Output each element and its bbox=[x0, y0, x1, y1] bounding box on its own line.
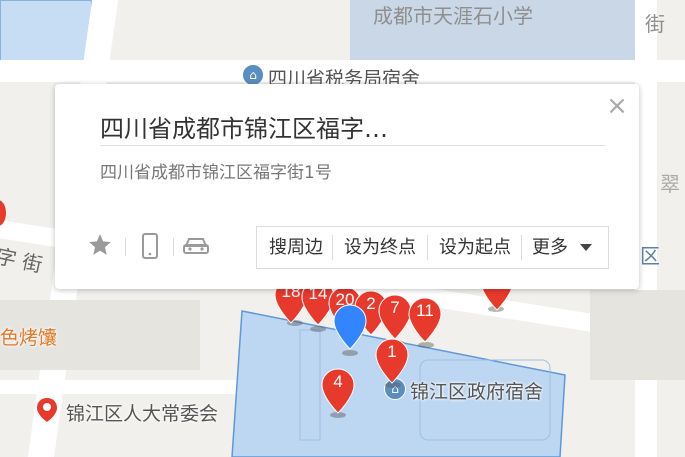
street-label: 区 bbox=[640, 244, 660, 268]
caret-down-icon[interactable] bbox=[579, 243, 593, 253]
map-marker[interactable]: 11 bbox=[408, 297, 442, 343]
star-icon[interactable] bbox=[87, 232, 115, 260]
street-label: 成都市天涯石小学 bbox=[373, 4, 533, 28]
search-nearby-button[interactable]: 搜周边 bbox=[263, 227, 329, 268]
marker-number: 1 bbox=[387, 342, 397, 361]
street-label: 翠 bbox=[660, 172, 680, 196]
divider bbox=[125, 238, 126, 256]
poi-label[interactable]: 锦江区人大常委会 bbox=[66, 399, 218, 426]
location-pin-icon bbox=[37, 398, 57, 422]
street-label: 街 bbox=[645, 12, 665, 36]
marker-shadow bbox=[310, 326, 326, 332]
popup-address: 四川省成都市锦江区福字街1号 bbox=[100, 163, 332, 183]
marker-number: 4 bbox=[333, 372, 343, 391]
map-marker[interactable]: 4 bbox=[321, 368, 355, 414]
poi-label[interactable]: 锦江区政府宿舍 bbox=[410, 377, 543, 404]
poi-label[interactable]: 色烤馕 bbox=[0, 323, 57, 350]
info-popup: 四川省成都市锦江区福字… × 四川省成都市锦江区福字街1号 搜周边 设为终点 设… bbox=[55, 84, 639, 289]
marker-number: 7 bbox=[390, 298, 400, 317]
set-destination-button[interactable]: 设为终点 bbox=[337, 227, 423, 268]
divider bbox=[173, 238, 174, 256]
close-icon[interactable]: × bbox=[605, 93, 629, 119]
map-marker[interactable]: 1 bbox=[375, 338, 409, 384]
car-icon[interactable] bbox=[181, 232, 211, 260]
more-button[interactable]: 更多 bbox=[527, 227, 573, 268]
divider bbox=[100, 145, 605, 146]
divider bbox=[521, 235, 522, 260]
marker-number: 11 bbox=[416, 301, 434, 320]
set-origin-button[interactable]: 设为起点 bbox=[432, 227, 518, 268]
selected-marker[interactable] bbox=[333, 304, 367, 350]
phone-icon[interactable] bbox=[137, 232, 165, 260]
marker-shadow bbox=[342, 350, 358, 356]
map-marker[interactable]: 7 bbox=[378, 294, 412, 340]
divider bbox=[332, 235, 333, 260]
divider bbox=[427, 235, 428, 260]
popup-title: 四川省成都市锦江区福字… bbox=[100, 115, 388, 143]
action-bar: 搜周边 设为终点 设为起点 更多 bbox=[256, 226, 609, 269]
government-building-icon: ⌂ bbox=[242, 64, 264, 86]
